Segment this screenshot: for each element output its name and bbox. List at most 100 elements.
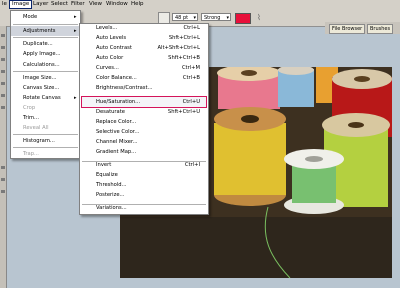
menu-item-label: Desaturate (96, 109, 125, 115)
menu-layer[interactable]: Layer (31, 1, 50, 8)
menu-window[interactable]: Window (104, 1, 130, 8)
menu-item-shortcut: Ctrl+U (182, 99, 200, 105)
tool-icon[interactable] (1, 178, 5, 181)
image-menu-item-calculations[interactable]: Calculations... (11, 60, 80, 70)
menu-file[interactable]: le (0, 1, 9, 8)
submenu-arrow-icon: ▸ (74, 14, 77, 20)
menu-item-label: Equalize (96, 172, 118, 178)
menu-item-label: Duplicate... (23, 41, 53, 47)
menu-separator (13, 37, 78, 38)
tool-icon[interactable] (1, 94, 5, 97)
tool-icon[interactable] (1, 106, 5, 109)
adjustments-item-auto-levels[interactable]: Auto Levels Shft+Ctrl+L (80, 33, 208, 43)
adjustments-item-posterize[interactable]: Posterize... (80, 190, 208, 200)
adjustments-item-hue-saturation[interactable]: Hue/Saturation... Ctrl+U (81, 96, 207, 108)
adjustments-item-brightness-contrast[interactable]: Brightness/Contrast... (80, 83, 208, 93)
menu-separator (13, 71, 78, 72)
image-menu-item-rotate-canvas[interactable]: Rotate Canvas ▸ (11, 93, 80, 103)
menu-item-label: Threshold... (96, 182, 127, 188)
image-menu-item-image-size[interactable]: Image Size... (11, 73, 80, 83)
menu-item-label: Auto Color (96, 55, 124, 61)
menu-help[interactable]: Help (129, 1, 146, 8)
anti-alias-select[interactable]: Strong (201, 13, 231, 22)
adjustments-item-invert[interactable]: Invert Ctrl+I (80, 160, 208, 170)
tool-icon[interactable] (1, 190, 5, 193)
menu-select[interactable]: Select (49, 1, 70, 8)
tool-icon[interactable] (1, 46, 5, 49)
menu-item-shortcut: Ctrl+L (183, 25, 200, 31)
image-menu-item-apply-image[interactable]: Apply Image... (11, 49, 80, 59)
adjustments-item-color-balance[interactable]: Color Balance... Ctrl+B (80, 73, 208, 83)
menu-item-label: Reveal All (23, 125, 49, 131)
menu-item-label: Histogram... (23, 138, 55, 144)
tool-icon[interactable] (1, 34, 5, 37)
submenu-arrow-icon: ▸ (74, 28, 77, 34)
menu-item-label: Image Size... (23, 75, 57, 81)
tool-icon[interactable] (1, 70, 5, 73)
menu-image[interactable]: Image (8, 0, 33, 9)
tool-icon[interactable] (1, 58, 5, 61)
image-menu-item-trap: Trap... (11, 149, 80, 159)
adjustments-item-replace-color[interactable]: Replace Color... (80, 117, 208, 127)
image-menu-item-trim[interactable]: Trim... (11, 113, 80, 123)
menu-view[interactable]: View (87, 1, 104, 8)
menu-item-label: Color Balance... (96, 75, 137, 81)
adjustments-item-curves[interactable]: Curves... Ctrl+M (80, 63, 208, 73)
menu-item-shortcut: Alt+Shft+Ctrl+L (157, 45, 200, 51)
image-menu-item-reveal-all: Reveal All (11, 123, 80, 133)
menu-item-label: Hue/Saturation... (96, 99, 141, 105)
menu-item-shortcut: Shft+Ctrl+L (168, 35, 200, 41)
font-size-value: 48 pt (175, 15, 189, 21)
adjustments-item-auto-contrast[interactable]: Auto Contrast Alt+Shft+Ctrl+L (80, 43, 208, 53)
tab-file-browser[interactable]: File Browser (329, 24, 366, 34)
image-menu: Mode ▸ Adjustments ▸ Duplicate... Apply Image… (10, 10, 81, 159)
menu-item-label: Levels... (96, 25, 118, 31)
menu-item-label: Calculations... (23, 62, 60, 68)
image-menu-item-canvas-size[interactable]: Canvas Size... (11, 83, 80, 93)
menu-item-label: Curves... (96, 65, 119, 71)
menu-separator (13, 24, 78, 25)
menu-item-label: Brightness/Contrast... (96, 85, 153, 91)
menu-item-label: Trap... (23, 151, 39, 157)
image-menu-item-adjustments[interactable]: Adjustments ▸ (11, 26, 80, 36)
adjustments-item-equalize[interactable]: Equalize (80, 170, 208, 180)
image-menu-item-crop: Crop (11, 103, 80, 113)
image-menu-item-mode[interactable]: Mode ▸ (11, 12, 80, 22)
adjustments-item-selective-color[interactable]: Selective Color... (80, 127, 208, 137)
menu-item-label: Canvas Size... (23, 85, 60, 91)
anti-alias-value: Strong (204, 15, 221, 21)
menu-item-label: Channel Mixer... (96, 139, 138, 145)
tab-brushes[interactable]: Brushes (367, 24, 394, 34)
adjustments-submenu: Levels... Ctrl+L Auto Levels Shft+Ctrl+L Aut… (79, 23, 209, 215)
adjustments-item-levels[interactable]: Levels... Ctrl+L (80, 23, 208, 33)
palette-well: File Browser Brushes (325, 22, 400, 34)
tool-icon[interactable] (1, 82, 5, 85)
menu-item-label: Mode (23, 14, 38, 20)
font-size-select[interactable]: 48 pt (172, 13, 198, 22)
adjustments-item-desaturate[interactable]: Desaturate Shft+Ctrl+U (80, 107, 208, 117)
tool-icon[interactable] (1, 166, 5, 169)
menu-item-label: Auto Contrast (96, 45, 132, 51)
menu-item-label: Adjustments (23, 28, 56, 34)
menu-item-label: Crop (23, 105, 36, 111)
adjustments-item-auto-color[interactable]: Auto Color Shft+Ctrl+B (80, 53, 208, 63)
adjustments-item-gradient-map[interactable]: Gradient Map... (80, 147, 208, 157)
menu-item-label: Apply Image... (23, 51, 61, 57)
menu-item-label: Trim... (23, 115, 39, 121)
menu-item-shortcut: Ctrl+B (182, 75, 200, 81)
image-menu-item-histogram[interactable]: Histogram... (11, 136, 80, 146)
menu-item-shortcut: Ctrl+M (181, 65, 200, 71)
image-menu-item-duplicate[interactable]: Duplicate... (11, 39, 80, 49)
menu-separator (13, 147, 78, 148)
menu-item-label: Rotate Canvas (23, 95, 61, 101)
adjustments-item-threshold[interactable]: Threshold... (80, 180, 208, 190)
adjustments-item-channel-mixer[interactable]: Channel Mixer... (80, 137, 208, 147)
adjustments-item-variations[interactable]: Variations... (80, 203, 208, 213)
menu-item-shortcut: Shft+Ctrl+B (168, 55, 200, 61)
toolbox (0, 26, 7, 288)
warp-text-icon[interactable]: ⌇ (257, 13, 267, 22)
menu-separator (13, 134, 78, 135)
menu-item-label: Gradient Map... (96, 149, 137, 155)
text-color-swatch[interactable] (235, 13, 251, 24)
menu-filter[interactable]: Filter (69, 1, 87, 8)
